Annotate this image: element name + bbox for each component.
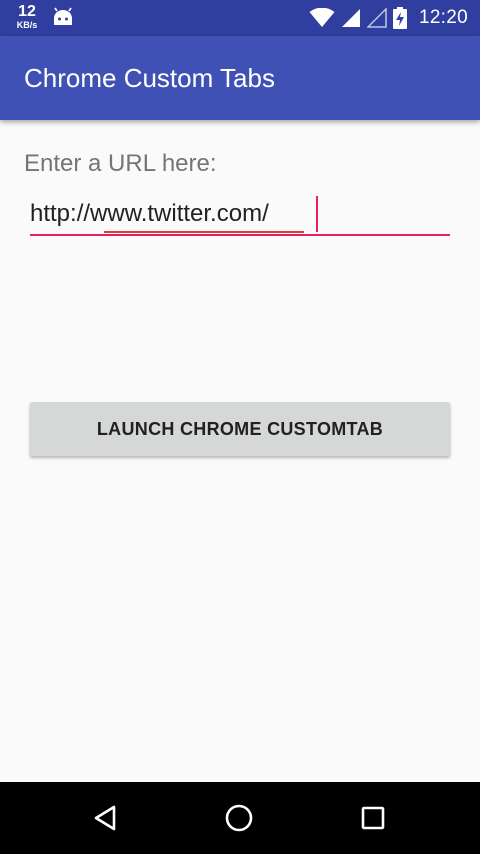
status-time: 12:20 xyxy=(418,7,468,28)
app-title: Chrome Custom Tabs xyxy=(24,63,275,93)
text-cursor xyxy=(316,196,318,232)
cell-signal-icon xyxy=(341,9,360,27)
network-speed-unit: KB/s xyxy=(16,20,38,30)
url-prompt-label: Enter a URL here: xyxy=(24,150,217,177)
back-icon[interactable] xyxy=(89,800,125,836)
cell-signal-empty-icon xyxy=(366,8,387,28)
wifi-icon xyxy=(309,8,335,27)
url-input[interactable]: http://www.twitter.com/ xyxy=(30,196,450,236)
url-input-value[interactable]: http://www.twitter.com/ xyxy=(30,200,269,228)
network-speed-indicator: 12 KB/s xyxy=(12,4,42,30)
battery-charging-icon xyxy=(392,7,407,29)
app-bar: Chrome Custom Tabs xyxy=(0,36,480,120)
recents-icon[interactable] xyxy=(355,800,391,836)
status-icons: 12:20 xyxy=(303,0,468,36)
network-speed-value: 12 xyxy=(18,3,36,20)
launch-chrome-customtab-button[interactable]: LAUNCH CHROME CUSTOMTAB xyxy=(30,402,450,456)
home-icon[interactable] xyxy=(221,800,257,836)
status-bar: 12 KB/s 12:20 xyxy=(0,0,480,36)
navigation-bar xyxy=(0,782,480,854)
spellcheck-underline xyxy=(104,228,304,233)
app-screen: 12 KB/s 12:20 Chrome Custom Tabs Enter a… xyxy=(0,0,480,854)
android-icon xyxy=(54,7,72,25)
